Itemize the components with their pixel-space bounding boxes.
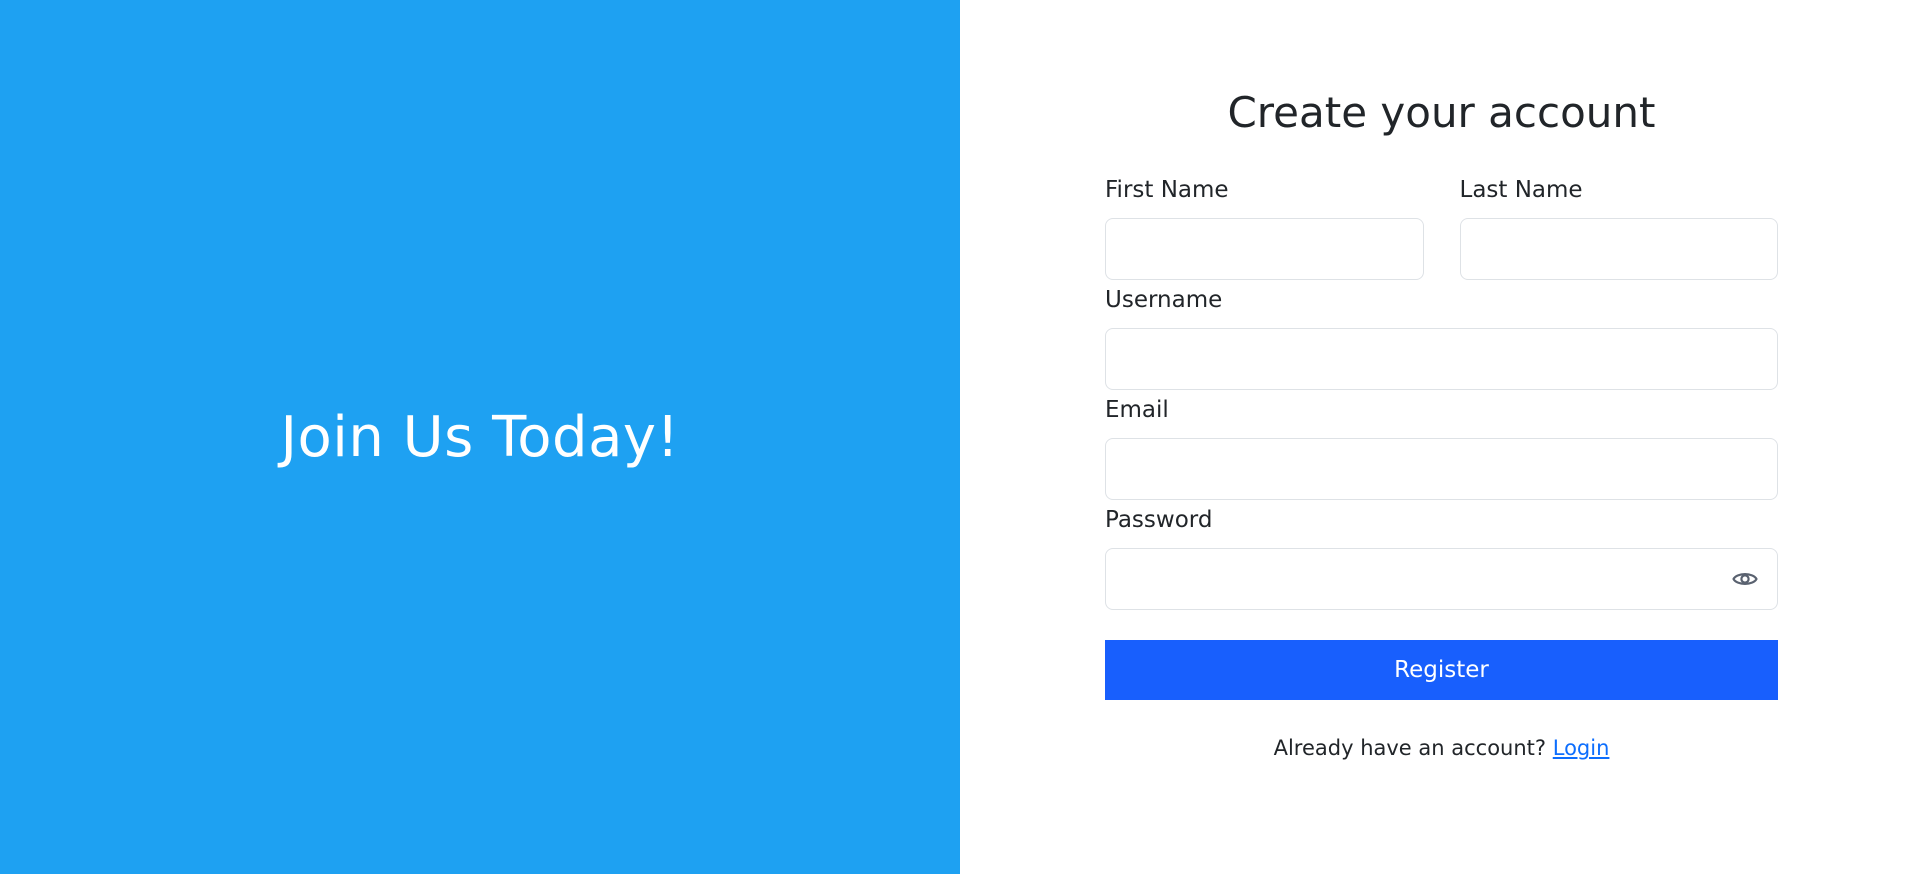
form-title: Create your account bbox=[1227, 88, 1656, 137]
password-label: Password bbox=[1105, 507, 1213, 534]
last-name-group: Last Name bbox=[1459, 176, 1778, 286]
first-name-group: First Name bbox=[1105, 176, 1424, 286]
username-group: Username bbox=[1105, 286, 1778, 391]
first-name-label: First Name bbox=[1105, 177, 1229, 204]
register-page: Join Us Today! Create your account First… bbox=[0, 0, 1919, 874]
login-prompt: Already have an account? Login bbox=[1105, 736, 1778, 760]
first-name-input[interactable] bbox=[1106, 219, 1423, 280]
first-name-box bbox=[1105, 218, 1424, 281]
password-input[interactable] bbox=[1106, 549, 1777, 610]
username-label: Username bbox=[1105, 287, 1223, 314]
eye-icon[interactable] bbox=[1731, 569, 1759, 589]
last-name-box bbox=[1459, 218, 1778, 281]
hero-panel: Join Us Today! bbox=[0, 0, 960, 874]
password-box bbox=[1105, 548, 1778, 611]
name-row: First Name Last Name bbox=[1105, 176, 1778, 286]
registration-form: Create your account First Name Last Name… bbox=[1105, 88, 1778, 760]
login-link[interactable]: Login bbox=[1553, 736, 1610, 760]
email-input[interactable] bbox=[1106, 439, 1777, 500]
email-label: Email bbox=[1105, 397, 1169, 424]
register-button[interactable]: Register bbox=[1105, 640, 1778, 701]
form-panel: Create your account First Name Last Name… bbox=[960, 0, 1919, 874]
email-box bbox=[1105, 438, 1778, 501]
last-name-label: Last Name bbox=[1459, 177, 1583, 204]
password-group: Password bbox=[1105, 506, 1778, 611]
username-box bbox=[1105, 328, 1778, 391]
hero-heading: Join Us Today! bbox=[280, 404, 680, 470]
username-input[interactable] bbox=[1106, 329, 1777, 390]
login-prompt-text: Already have an account? bbox=[1273, 736, 1547, 761]
last-name-input[interactable] bbox=[1460, 219, 1777, 280]
email-group: Email bbox=[1105, 396, 1778, 501]
